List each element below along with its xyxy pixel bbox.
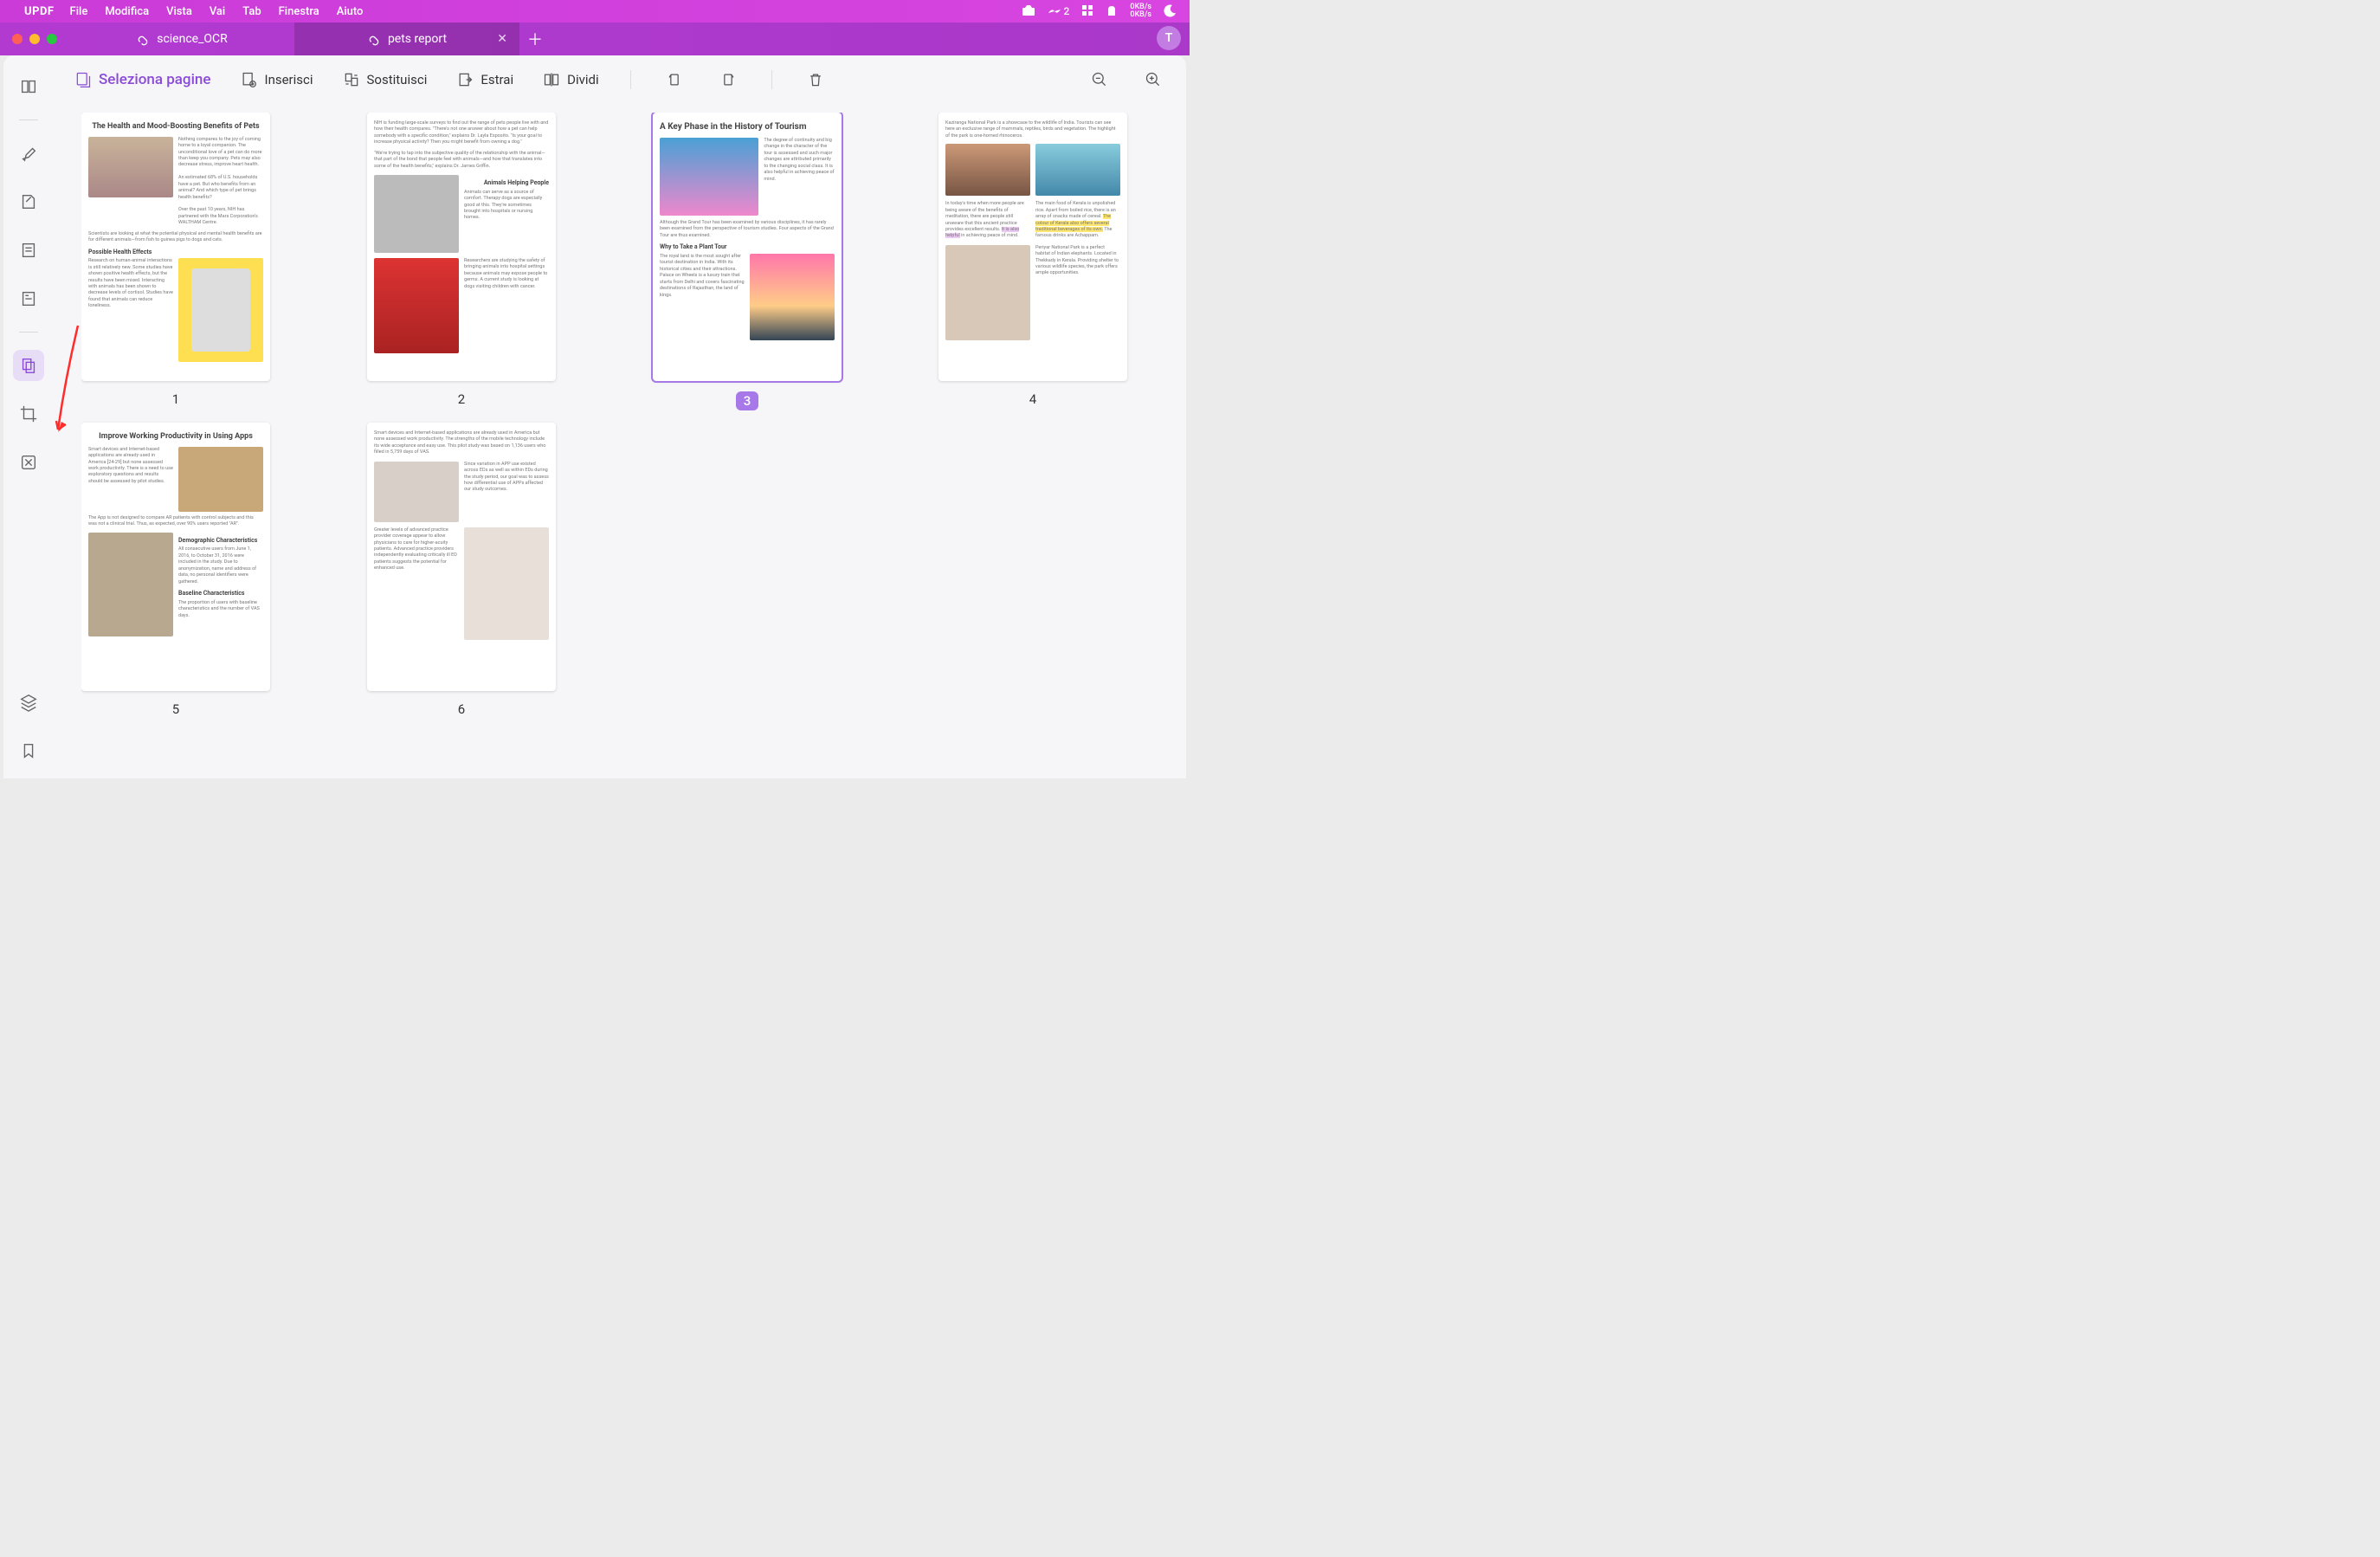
page-thumb-6[interactable]: Smart devices and Internet-based applica… [367, 423, 556, 726]
bookmark-icon[interactable] [13, 735, 44, 766]
menubar-app-name[interactable]: UPDF [24, 5, 55, 18]
reader-mode-icon[interactable] [13, 71, 44, 102]
menu-go[interactable]: Vai [210, 5, 225, 18]
page-number: 4 [1029, 391, 1036, 407]
page-number: 5 [172, 701, 179, 717]
page-thumb-3[interactable]: A Key Phase in the History of Tourism Th… [653, 113, 842, 416]
edit-mode-icon[interactable] [13, 186, 44, 217]
form-mode-icon[interactable] [13, 235, 44, 266]
new-tab-button[interactable]: ＋ [519, 23, 551, 55]
replace-page-tool[interactable]: Sostituisci [343, 71, 428, 88]
close-window-button[interactable] [12, 34, 23, 44]
page-thumb-1[interactable]: The Health and Mood-Boosting Benefits of… [81, 113, 270, 416]
tray-icon[interactable] [1106, 4, 1118, 19]
document-tab-1[interactable]: science_OCR [69, 23, 294, 55]
extract-page-tool[interactable]: Estrai [456, 71, 513, 88]
split-page-tool[interactable]: Dividi [543, 71, 599, 88]
delete-page-icon[interactable] [803, 68, 828, 92]
layers-icon[interactable] [13, 687, 44, 718]
tab-title: pets report [388, 32, 447, 46]
annotation-arrow [57, 324, 83, 436]
page-thumbnail-grid: The Health and Mood-Boosting Benefits of… [81, 113, 1169, 778]
page-thumb-5[interactable]: Improve Working Productivity in Using Ap… [81, 423, 270, 726]
page-1-h1: Possible Health Effects [88, 249, 263, 256]
page-2-h1: Animals Helping People [464, 179, 549, 187]
menu-window[interactable]: Finestra [279, 5, 319, 18]
zoom-in-icon[interactable] [1141, 68, 1165, 92]
rotate-right-icon[interactable] [716, 68, 740, 92]
insert-page-tool[interactable]: Inserisci [240, 71, 313, 88]
tray-icon[interactable]: 2 [1048, 5, 1070, 17]
menu-file[interactable]: File [70, 5, 88, 18]
menubar-status-area: 2 0KB/s0KB/s [1022, 3, 1177, 20]
ocr-mode-icon[interactable] [13, 283, 44, 314]
page-3-h1: Why to Take a Plant Tour [660, 243, 835, 251]
page-number: 2 [458, 391, 465, 407]
rotate-left-icon[interactable] [662, 68, 687, 92]
mode-rail [3, 55, 54, 778]
select-pages-tool[interactable]: Seleziona pagine [74, 71, 210, 88]
organize-pages-mode-icon[interactable] [13, 350, 44, 381]
page-5-title: Improve Working Productivity in Using Ap… [88, 432, 263, 442]
annotate-mode-icon[interactable] [13, 138, 44, 169]
tab-title: science_OCR [157, 32, 228, 46]
network-speed: 0KB/s0KB/s [1130, 3, 1151, 19]
menu-view[interactable]: Vista [166, 5, 192, 18]
page-5-h1: Demographic Characteristics [178, 537, 263, 545]
zoom-out-icon[interactable] [1087, 68, 1112, 92]
editor-workspace: Seleziona pagine Inserisci Sostituisci E… [3, 55, 1186, 778]
zoom-window-button[interactable] [47, 34, 57, 44]
menu-edit[interactable]: Modifica [105, 5, 149, 18]
organize-toolbar: Seleziona pagine Inserisci Sostituisci E… [54, 55, 1186, 104]
tray-icon[interactable] [1022, 4, 1035, 19]
window-tabstrip: science_OCR pets report ✕ ＋ T [0, 23, 1190, 55]
tray-icon[interactable] [1164, 3, 1177, 20]
tab-close-icon[interactable]: ✕ [497, 32, 507, 46]
window-traffic-lights [0, 23, 69, 55]
minimize-window-button[interactable] [29, 34, 40, 44]
page-thumb-2[interactable]: NIH is funding large-scale surveys to fi… [367, 113, 556, 416]
page-1-title: The Health and Mood-Boosting Benefits of… [88, 122, 263, 132]
page-5-h2: Baseline Characteristics [178, 590, 263, 598]
page-number: 6 [458, 701, 465, 717]
macos-menubar: UPDF File Modifica Vista Vai Tab Finestr… [0, 0, 1190, 23]
crop-mode-icon[interactable] [13, 398, 44, 430]
user-avatar[interactable]: T [1157, 26, 1181, 50]
page-number: 1 [172, 391, 179, 407]
tray-icon[interactable] [1081, 4, 1093, 19]
document-tab-2[interactable]: pets report ✕ [294, 23, 519, 55]
redact-mode-icon[interactable] [13, 447, 44, 478]
page-number: 3 [736, 391, 759, 410]
page-thumb-4[interactable]: Kaziranga National Park is a showcase to… [938, 113, 1127, 416]
menu-tab[interactable]: Tab [242, 5, 261, 18]
page-3-title: A Key Phase in the History of Tourism [660, 122, 835, 132]
menu-help[interactable]: Aiuto [337, 5, 364, 18]
